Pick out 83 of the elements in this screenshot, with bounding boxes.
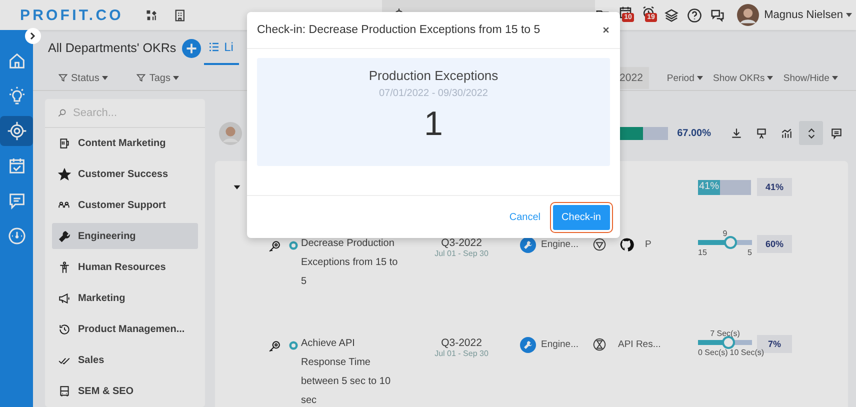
metric-period: 07/01/2022 - 09/30/2022 <box>379 88 488 99</box>
megaphone-icon <box>58 292 71 304</box>
home-icon <box>6 51 26 71</box>
target-icon <box>6 121 26 141</box>
dialog-title: Check-in: Decrease Production Exceptions from 15 to 5 <box>257 24 542 36</box>
nav-item[interactable] <box>0 116 33 146</box>
page-title: All Departments' OKRs <box>48 41 176 55</box>
collapse-icon[interactable] <box>233 183 241 191</box>
progress-value: 60% <box>757 235 792 253</box>
avatar[interactable] <box>737 4 760 26</box>
current-value: 7 Sec(s) <box>709 329 741 339</box>
progress-value: 41% <box>757 178 792 196</box>
department-item[interactable]: Human Resources <box>52 254 198 280</box>
presentation-icon <box>754 126 768 140</box>
comment-icon <box>830 126 842 140</box>
filter-dropdown[interactable]: Status <box>58 72 108 84</box>
department-item[interactable]: Customer Success <box>52 161 198 187</box>
key-icon <box>268 340 281 353</box>
department-label: Engine... <box>541 339 580 350</box>
add-button[interactable] <box>182 38 202 58</box>
apps-icon[interactable] <box>145 8 160 22</box>
department-item[interactable]: Engineering <box>52 223 198 249</box>
user-menu[interactable]: Magnus Nielsen <box>764 9 852 21</box>
layers-icon[interactable] <box>664 8 680 22</box>
date-range: Jul 01 - Sep 30 <box>434 349 488 358</box>
target-value: 5 <box>748 248 752 257</box>
menu-dropdown[interactable]: Show OKRs <box>713 72 774 84</box>
bus-icon <box>58 384 71 398</box>
department-item[interactable]: Product Managemen... <box>52 316 198 342</box>
wrench-icon <box>58 230 71 242</box>
close-icon[interactable] <box>602 26 610 34</box>
key-result-title[interactable]: Decrease Production Exceptions from 15 to 5 <box>301 234 401 291</box>
filter-dropdown[interactable]: Tags <box>136 72 180 84</box>
chat-icon <box>6 191 26 211</box>
person-icon <box>58 260 71 274</box>
quarter-label: Q3-2022 <box>441 237 482 249</box>
status-dot <box>289 241 298 250</box>
toolbar-button[interactable] <box>799 121 823 145</box>
department-item[interactable]: SEM & SEO <box>52 378 198 404</box>
help-icon[interactable] <box>687 8 702 22</box>
department-item[interactable]: Content Marketing <box>52 130 198 156</box>
lightbulb-icon <box>6 86 26 106</box>
list-icon <box>208 41 220 53</box>
gauge-icon <box>6 226 26 246</box>
period-field[interactable]: 2022 <box>618 67 649 89</box>
mug-icon <box>58 136 71 150</box>
metric-name: Production Exceptions <box>368 68 498 83</box>
department-label: Engine... <box>541 239 580 250</box>
avatar <box>219 122 242 144</box>
owner-label: API Res... <box>618 339 661 350</box>
owner-label: P <box>645 239 652 250</box>
status-dot <box>289 341 298 350</box>
progress-value: 67.00% <box>677 128 711 138</box>
quarter-label: Q3-2022 <box>441 337 482 349</box>
department-item[interactable]: Marketing <box>52 285 198 311</box>
chart-icon <box>780 126 792 140</box>
chevron-icon <box>28 31 38 41</box>
building-icon[interactable] <box>173 8 187 22</box>
start-value: 15 <box>698 248 707 257</box>
menu-dropdown[interactable]: Period <box>666 72 704 84</box>
triangle-icon <box>592 237 607 252</box>
github-icon <box>619 237 634 252</box>
department-item[interactable]: Customer Support <box>52 192 198 218</box>
target-value: 10 Sec(s) <box>730 348 764 357</box>
star-icon <box>58 168 71 180</box>
metric-value[interactable]: 1 <box>424 105 443 144</box>
chat-icon[interactable] <box>710 8 726 22</box>
key-result-title[interactable]: Achieve API Response Time between 5 sec to 10 sec <box>301 334 401 407</box>
calendar-icon <box>6 156 26 176</box>
wrench-icon <box>520 337 536 353</box>
start-value: 0 Sec(s) <box>698 348 728 357</box>
date-range: Jul 01 - Sep 30 <box>434 249 488 258</box>
download-icon <box>730 126 742 140</box>
hourglass-icon <box>592 337 607 352</box>
filter-icon <box>58 73 68 83</box>
search-icon <box>57 108 67 118</box>
progress-bar: 41% <box>698 180 751 194</box>
current-value: 9 <box>722 229 728 239</box>
key-icon <box>268 240 281 253</box>
department-item[interactable]: Sales <box>52 347 198 373</box>
menu-dropdown[interactable]: Show/Hide <box>783 72 838 84</box>
history-icon <box>58 322 71 336</box>
filter-icon <box>136 73 146 83</box>
